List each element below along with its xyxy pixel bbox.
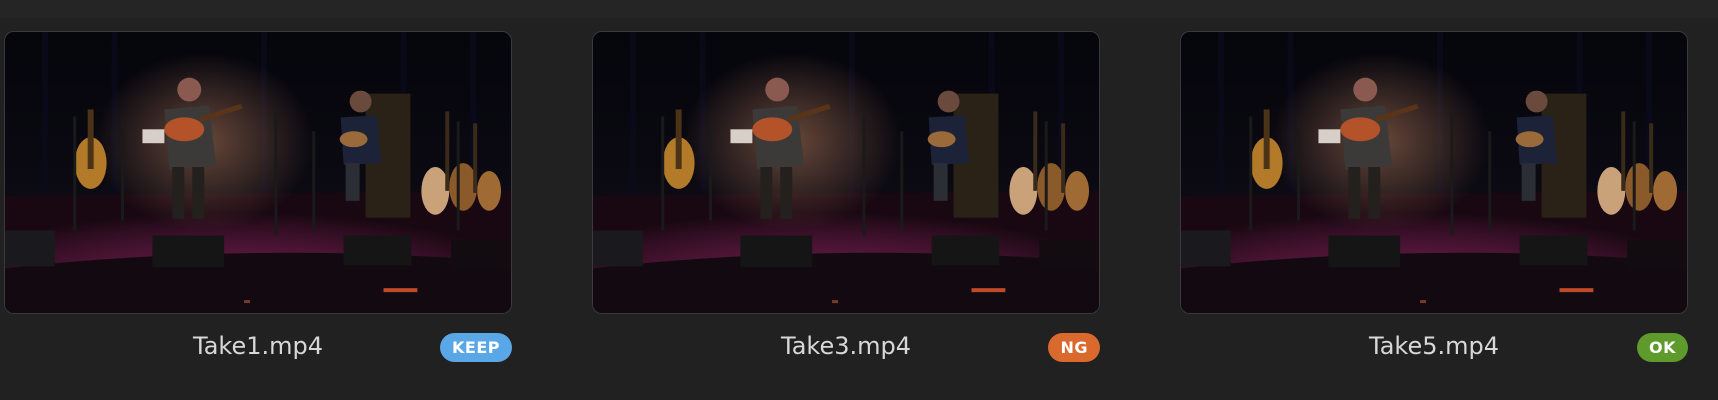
video-card-take5[interactable]: Take5.mp4 OK — [1180, 31, 1688, 366]
video-filename[interactable]: Take1.mp4 — [4, 332, 512, 360]
status-badge-ng[interactable]: NG — [1048, 333, 1100, 362]
video-thumbnail[interactable] — [1180, 31, 1688, 314]
concert-stage-thumbnail-icon — [1181, 32, 1687, 313]
card-caption: Take3.mp4 NG — [592, 314, 1100, 366]
status-badge-ok[interactable]: OK — [1637, 333, 1688, 362]
concert-stage-thumbnail-icon — [5, 32, 511, 313]
video-take-grid: Take1.mp4 KEEP Take3.mp4 NG Take5.mp4 OK — [0, 0, 1718, 400]
video-thumbnail[interactable] — [592, 31, 1100, 314]
card-caption: Take1.mp4 KEEP — [4, 314, 512, 366]
card-caption: Take5.mp4 OK — [1180, 314, 1688, 366]
video-card-take3[interactable]: Take3.mp4 NG — [592, 31, 1100, 366]
status-badge-keep[interactable]: KEEP — [440, 333, 512, 362]
video-filename[interactable]: Take5.mp4 — [1180, 332, 1688, 360]
concert-stage-thumbnail-icon — [593, 32, 1099, 313]
video-card-take1[interactable]: Take1.mp4 KEEP — [4, 31, 512, 366]
video-thumbnail[interactable] — [4, 31, 512, 314]
video-filename[interactable]: Take3.mp4 — [592, 332, 1100, 360]
